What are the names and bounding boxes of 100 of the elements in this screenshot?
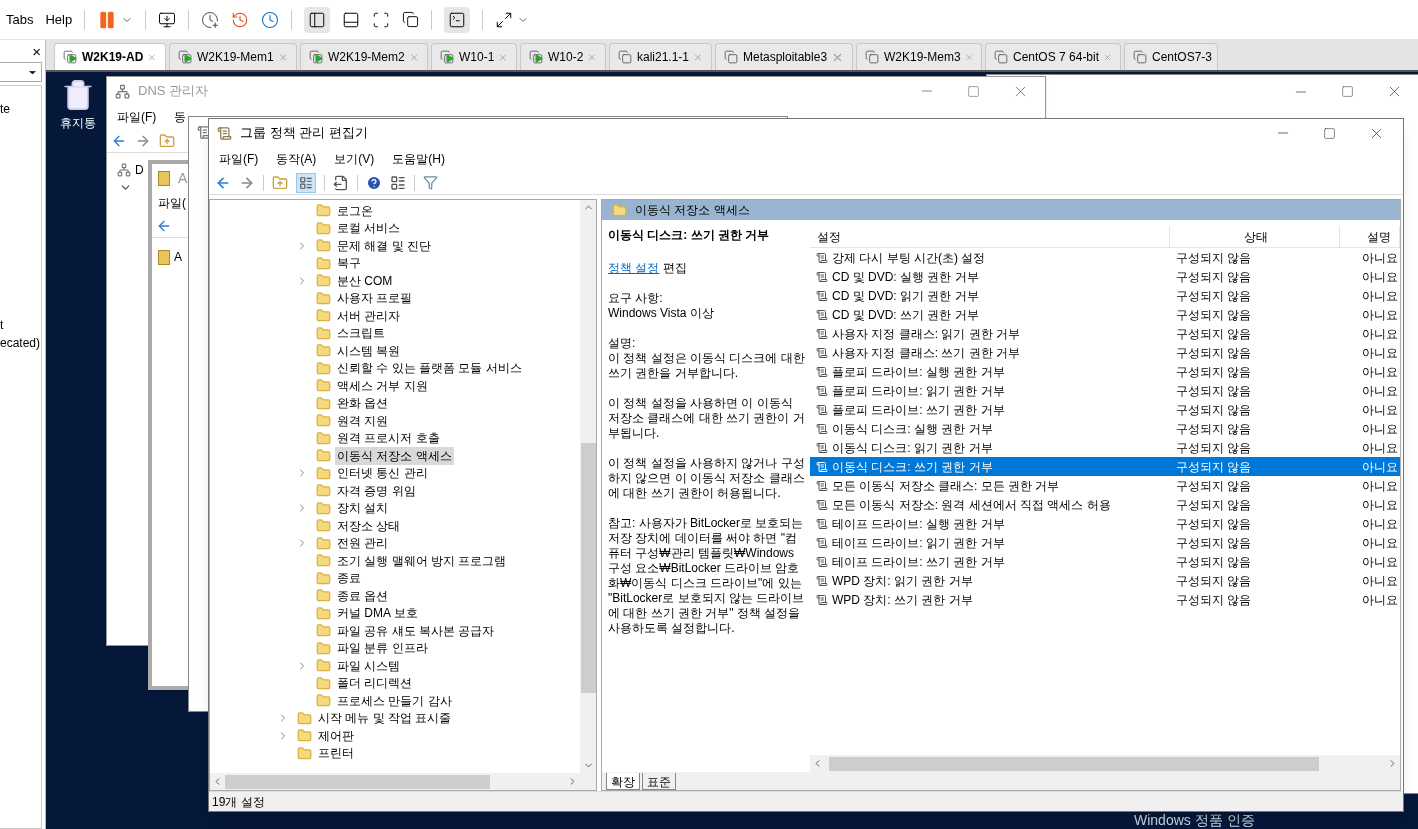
folder-up-icon[interactable]	[272, 174, 288, 191]
tree-item[interactable]: 시작 메뉴 및 작업 표시줄	[210, 709, 580, 727]
windows-icon[interactable]	[402, 11, 420, 28]
tree-item[interactable]: 문제 해결 및 진단	[210, 237, 580, 255]
help-icon[interactable]	[366, 174, 382, 191]
tree-item[interactable]: 파일 분류 인프라	[210, 639, 580, 657]
policy-row[interactable]: 이동식 디스크: 쓰기 권한 거부 구성되지 않음 아니요	[810, 457, 1400, 476]
tree-item[interactable]: 파일 공유 섀도 복사본 공급자	[210, 622, 580, 640]
tree-item[interactable]: 프로세스 만들기 감사	[210, 692, 580, 710]
vm-tab[interactable]: W10-1	[431, 43, 517, 70]
tree-item[interactable]: 자격 증명 위임	[210, 482, 580, 500]
tree-item[interactable]: 종료 옵션	[210, 587, 580, 605]
column-header[interactable]: 설명	[1340, 226, 1400, 247]
policy-row[interactable]: 모든 이동식 저장소: 원격 세션에서 직접 액세스 허용 구성되지 않음 아니요	[810, 495, 1400, 514]
tree-item-label[interactable]: D	[135, 161, 144, 179]
tree-item[interactable]: 조기 실행 맬웨어 방지 프로그램	[210, 552, 580, 570]
menu-item[interactable]: 도움말(H)	[392, 150, 445, 168]
clock-arrow-icon[interactable]	[231, 10, 250, 29]
tree-item[interactable]: 스크립트	[210, 324, 580, 342]
policy-row[interactable]: 강제 다시 부팅 시간(초) 설정 구성되지 않음 아니요	[810, 248, 1400, 267]
tree-item[interactable]: 완화 옵션	[210, 394, 580, 412]
policy-row[interactable]: CD 및 DVD: 실행 권한 거부 구성되지 않음 아니요	[810, 267, 1400, 286]
tree-item-label[interactable]: A	[174, 248, 182, 266]
recycle-bin-icon[interactable]	[61, 78, 95, 112]
menu-item[interactable]: 보기(V)	[334, 150, 375, 168]
fullscreen-frame-icon[interactable]	[372, 10, 391, 29]
policy-row[interactable]: 사용자 지정 클래스: 쓰기 권한 거부 구성되지 않음 아니요	[810, 343, 1400, 362]
column-header[interactable]: 설정	[814, 226, 1170, 247]
tree-item[interactable]: 종료	[210, 569, 580, 587]
close-button[interactable]: ×	[32, 43, 41, 59]
menu-item[interactable]: 파일(F)	[117, 108, 157, 126]
tree-item[interactable]: 시스템 복원	[210, 342, 580, 360]
tree-item[interactable]: 사용자 프로필	[210, 289, 580, 307]
pane-icon[interactable]	[390, 174, 406, 191]
tree-item[interactable]: 이동식 저장소 액세스	[210, 447, 580, 465]
tree-item[interactable]: 분산 COM	[210, 272, 580, 290]
vertical-scrollbar[interactable]	[580, 200, 596, 773]
vm-tab[interactable]: W2K19-Mem3	[856, 43, 982, 70]
filter-icon[interactable]	[423, 175, 438, 190]
policy-row[interactable]: WPD 장치: 쓰기 권한 거부 구성되지 않음 아니요	[810, 590, 1400, 609]
vm-tab[interactable]: W2K19-Mem1	[169, 43, 297, 70]
vm-tab[interactable]: W10-2	[520, 43, 606, 70]
tree-item[interactable]: 신뢰할 수 있는 플랫폼 모듈 서비스	[210, 359, 580, 377]
stretch-icon[interactable]	[495, 10, 514, 29]
policy-row[interactable]: 플로피 드라이브: 읽기 권한 거부 구성되지 않음 아니요	[810, 381, 1400, 400]
tree-item[interactable]: 프린터	[210, 744, 580, 762]
policy-row[interactable]: 사용자 지정 클래스: 읽기 권한 거부 구성되지 않음 아니요	[810, 324, 1400, 343]
tree-item[interactable]: 제어판	[210, 727, 580, 745]
desktop-icon-label[interactable]: 휴지통	[60, 114, 96, 132]
tree-toggle-button[interactable]	[296, 172, 316, 193]
policy-row[interactable]: 플로피 드라이브: 실행 권한 거부 구성되지 않음 아니요	[810, 362, 1400, 381]
policy-row[interactable]: WPD 장치: 읽기 권한 거부 구성되지 않음 아니요	[810, 571, 1400, 590]
tree-item[interactable]: 로컬 서비스	[210, 219, 580, 237]
console-view-button[interactable]	[444, 6, 471, 33]
tree-item[interactable]: 로그온	[210, 202, 580, 220]
tree-item[interactable]: 장치 설치	[210, 499, 580, 517]
export-icon[interactable]	[333, 174, 349, 191]
tree-item[interactable]: 전원 관리	[210, 534, 580, 552]
horizontal-scrollbar[interactable]	[810, 755, 1400, 772]
vm-tab[interactable]: W2K19-Mem2	[300, 43, 428, 70]
policy-row[interactable]: 테이프 드라이브: 읽기 권한 거부 구성되지 않음 아니요	[810, 533, 1400, 552]
tree-item[interactable]: 액세스 거부 지원	[210, 377, 580, 395]
tree-item[interactable]: 인터넷 통신 관리	[210, 464, 580, 482]
policy-row[interactable]: CD 및 DVD: 읽기 권한 거부 구성되지 않음 아니요	[810, 286, 1400, 305]
computer-arrow-icon[interactable]	[158, 10, 177, 29]
vm-tab[interactable]: kali21.1-1	[609, 43, 712, 70]
sidebar-view-button[interactable]	[304, 6, 331, 33]
policy-row[interactable]: 이동식 디스크: 읽기 권한 거부 구성되지 않음 아니요	[810, 438, 1400, 457]
dropdown-field[interactable]	[0, 62, 42, 82]
scroll-right-icon[interactable]	[1387, 758, 1398, 769]
maximize-icon[interactable]	[1323, 126, 1336, 140]
view-tab[interactable]: 표준	[642, 773, 676, 790]
menu-item[interactable]: 파일(	[158, 194, 186, 212]
menu-item[interactable]: 파일(F)	[219, 150, 259, 168]
policy-settings-link[interactable]: 정책 설정	[608, 261, 660, 275]
tree-item[interactable]: 원격 지원	[210, 412, 580, 430]
vm-tab[interactable]: CentOS 7 64-bit	[985, 43, 1121, 70]
policy-row[interactable]: 테이프 드라이브: 실행 권한 거부 구성되지 않음 아니요	[810, 514, 1400, 533]
policy-row[interactable]: 모든 이동식 저장소 클래스: 모든 권한 거부 구성되지 않음 아니요	[810, 476, 1400, 495]
maximize-icon[interactable]	[1341, 85, 1354, 98]
tree-item[interactable]: 원격 프로시저 호출	[210, 429, 580, 447]
vm-tab[interactable]: W2K19-AD	[54, 43, 166, 70]
horizontal-scrollbar[interactable]	[210, 773, 596, 790]
tree-item[interactable]: 폴더 리디렉션	[210, 674, 580, 692]
vm-tab[interactable]: CentOS7-3	[1124, 43, 1218, 70]
maximize-icon[interactable]	[967, 84, 980, 98]
column-header[interactable]: 상태	[1170, 226, 1340, 247]
policy-row[interactable]: CD 및 DVD: 쓰기 권한 거부 구성되지 않음 아니요	[810, 305, 1400, 324]
clock-plus-icon[interactable]	[201, 10, 220, 29]
tree-item[interactable]: 서버 관리자	[210, 307, 580, 325]
policy-row[interactable]: 플로피 드라이브: 쓰기 권한 거부 구성되지 않음 아니요	[810, 400, 1400, 419]
tree-item[interactable]: 저장소 상태	[210, 517, 580, 535]
menu-item[interactable]: Help	[45, 9, 73, 30]
tree-item[interactable]: 파일 시스템	[210, 657, 580, 675]
menu-item[interactable]: Tabs	[6, 9, 34, 30]
menu-item[interactable]: 동	[174, 108, 187, 126]
view-tab[interactable]: 확장	[606, 773, 640, 790]
menu-item[interactable]: 동작(A)	[276, 150, 317, 168]
policy-row[interactable]: 테이프 드라이브: 쓰기 권한 거부 구성되지 않음 아니요	[810, 552, 1400, 571]
vm-tab[interactable]: Metasploitable3	[715, 43, 853, 70]
